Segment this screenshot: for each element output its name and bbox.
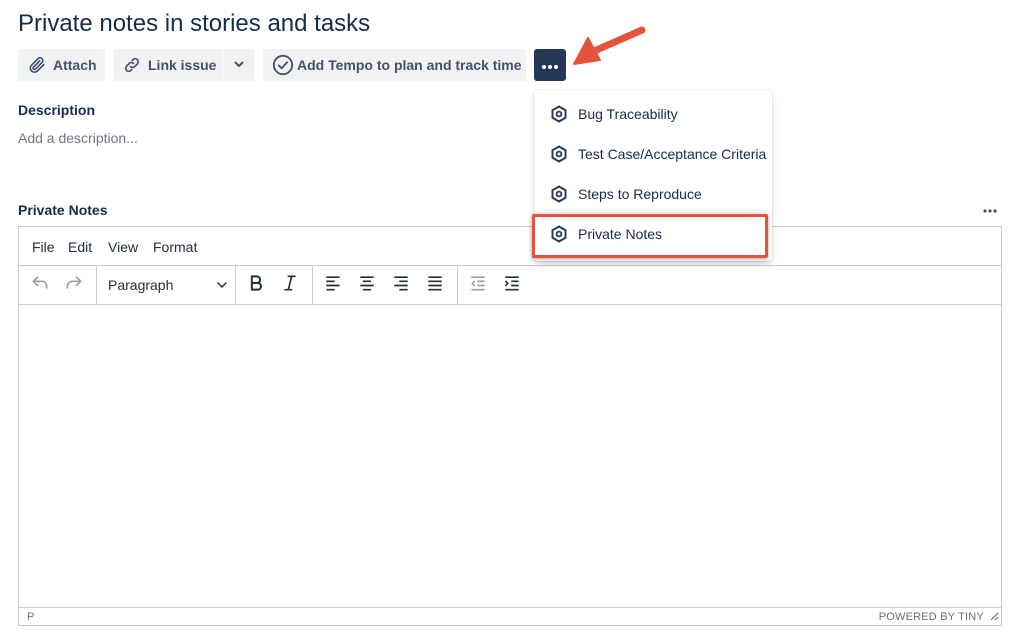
menu-file[interactable]: File xyxy=(32,239,55,255)
annotation-highlight-box xyxy=(532,214,768,258)
dropdown-item-label: Bug Traceability xyxy=(578,106,678,122)
menu-edit[interactable]: Edit xyxy=(68,239,92,255)
hexagon-app-icon xyxy=(550,105,568,123)
undo-button[interactable] xyxy=(28,273,52,297)
check-circle-icon xyxy=(271,53,295,77)
dropdown-item-label: Test Case/Acceptance Criteria xyxy=(578,146,767,162)
paperclip-icon xyxy=(27,55,47,75)
editor-statusbar: P POWERED BY TINY xyxy=(19,607,1001,625)
tempo-label: Add Tempo to plan and track time xyxy=(297,57,522,73)
hexagon-app-icon xyxy=(550,145,568,163)
editor-toolbar: Paragraph xyxy=(19,266,1001,305)
hexagon-app-icon xyxy=(550,185,568,203)
undo-icon xyxy=(30,273,50,298)
indent-button[interactable] xyxy=(500,273,524,297)
block-format-select[interactable]: Paragraph xyxy=(108,273,228,297)
element-path[interactable]: P xyxy=(27,611,34,623)
private-notes-label: Private Notes xyxy=(18,202,108,218)
redo-button[interactable] xyxy=(62,273,86,297)
dropdown-item-label: Steps to Reproduce xyxy=(578,186,702,202)
italic-icon xyxy=(280,273,300,298)
redo-icon xyxy=(64,273,84,298)
align-right-button[interactable] xyxy=(389,273,413,297)
block-format-value: Paragraph xyxy=(108,277,174,293)
align-left-icon xyxy=(323,273,343,298)
bold-icon xyxy=(246,273,266,298)
attach-button[interactable]: Attach xyxy=(18,49,105,81)
justify-icon xyxy=(425,273,445,298)
annotation-arrow-icon xyxy=(573,26,646,65)
align-right-icon xyxy=(391,273,411,298)
private-notes-more-button[interactable] xyxy=(980,201,1000,217)
toolbar-divider xyxy=(235,266,236,304)
description-placeholder[interactable]: Add a description... xyxy=(18,130,138,146)
link-issue-button[interactable]: Link issue xyxy=(113,49,222,81)
resize-handle-icon[interactable] xyxy=(989,611,999,624)
rich-text-editor: File Edit View Format Paragraph P POWERE… xyxy=(18,226,1002,626)
link-issue-label: Link issue xyxy=(148,57,217,73)
toolbar-divider xyxy=(312,266,313,304)
italic-button[interactable] xyxy=(278,273,302,297)
attach-label: Attach xyxy=(53,57,97,73)
toolbar-divider xyxy=(96,266,97,304)
ellipsis-icon xyxy=(983,200,997,218)
outdent-button[interactable] xyxy=(466,273,490,297)
editor-content-area[interactable] xyxy=(19,305,1001,607)
more-actions-button[interactable] xyxy=(534,49,566,81)
editor-menubar: File Edit View Format xyxy=(19,227,1001,266)
description-label: Description xyxy=(18,102,96,118)
chevron-down-icon xyxy=(233,57,245,73)
page-title: Private notes in stories and tasks xyxy=(18,10,371,37)
link-issue-dropdown-button[interactable] xyxy=(223,49,255,81)
indent-icon xyxy=(502,273,522,298)
dropdown-item-test-case[interactable]: Test Case/Acceptance Criteria xyxy=(534,134,772,174)
align-left-button[interactable] xyxy=(321,273,345,297)
ellipsis-icon xyxy=(541,57,559,73)
justify-button[interactable] xyxy=(423,273,447,297)
add-tempo-button[interactable]: Add Tempo to plan and track time xyxy=(263,49,526,81)
link-icon xyxy=(122,55,142,75)
align-center-icon xyxy=(357,273,377,298)
dropdown-item-bug-traceability[interactable]: Bug Traceability xyxy=(534,94,772,134)
align-center-button[interactable] xyxy=(355,273,379,297)
outdent-icon xyxy=(468,273,488,298)
powered-by-tiny-link[interactable]: POWERED BY TINY xyxy=(879,611,984,623)
chevron-down-icon xyxy=(216,278,228,294)
menu-format[interactable]: Format xyxy=(153,239,197,255)
dropdown-item-steps-to-reproduce[interactable]: Steps to Reproduce xyxy=(534,174,772,214)
menu-view[interactable]: View xyxy=(108,239,138,255)
bold-button[interactable] xyxy=(244,273,268,297)
toolbar-divider xyxy=(457,266,458,304)
